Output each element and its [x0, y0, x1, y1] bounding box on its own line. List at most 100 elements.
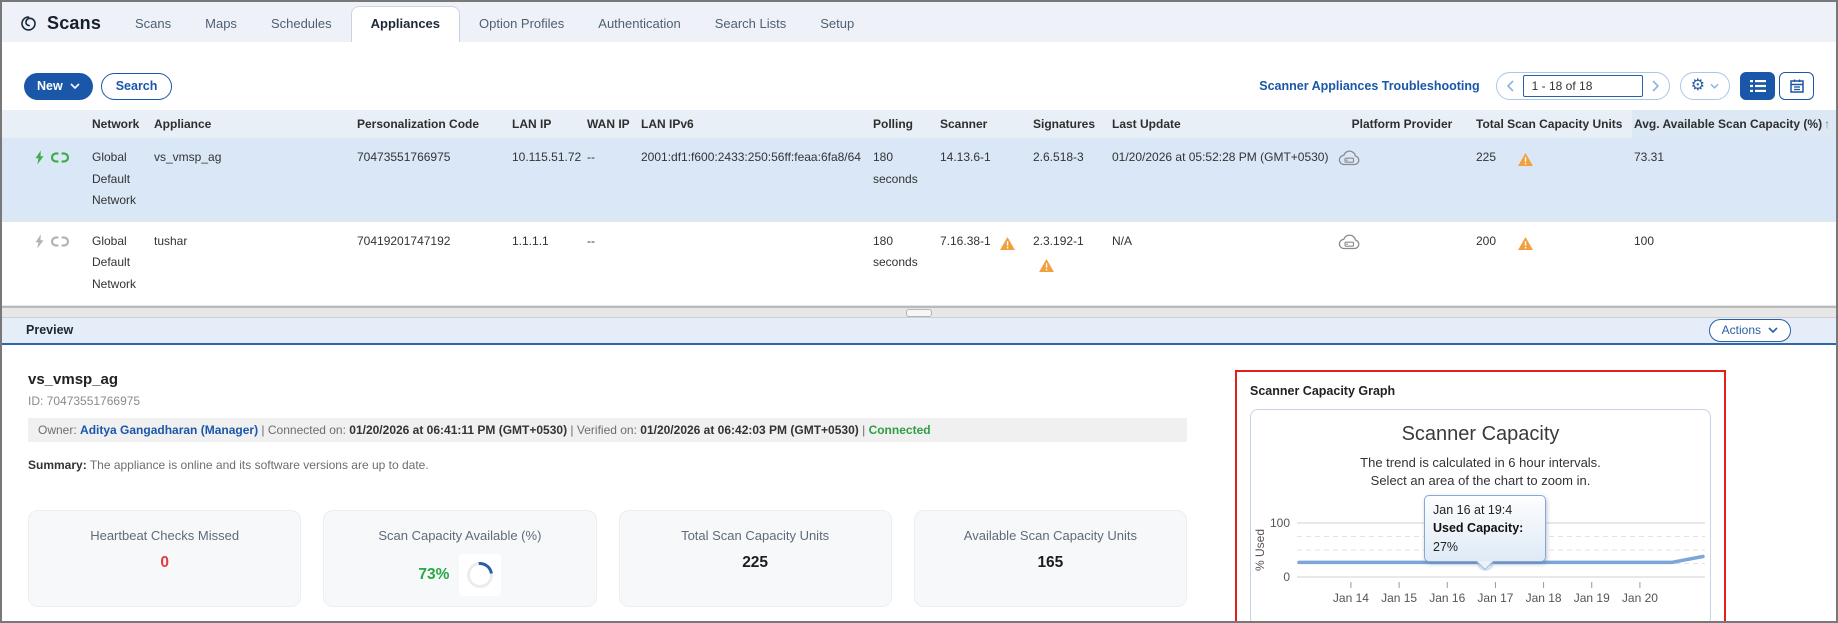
column-scanner[interactable]: Scanner	[938, 110, 1031, 138]
appliance-link-icon	[50, 147, 70, 169]
pagination-prev-icon[interactable]	[1497, 80, 1523, 92]
card-value: 0	[160, 553, 169, 571]
chart-subtitle-line2: Select an area of the chart to zoom in.	[1370, 473, 1591, 489]
tab-maps[interactable]: Maps	[190, 7, 252, 42]
tab-search-lists[interactable]: Search Lists	[700, 7, 802, 42]
list-view-icon	[1749, 80, 1766, 92]
svg-text:Jan 15: Jan 15	[1381, 591, 1417, 605]
preview-title: Preview	[26, 323, 74, 338]
svg-text:100: 100	[1270, 516, 1290, 530]
column-total-scan-capacity[interactable]: Total Scan Capacity Units	[1474, 110, 1632, 138]
column-appliance[interactable]: Appliance	[152, 110, 355, 138]
column-avg-available-capacity[interactable]: Avg. Available Scan Capacity (%) ↑	[1632, 110, 1836, 138]
red-annotation-box: Scanner Capacity Graph Scanner Capacity …	[1235, 369, 1726, 621]
column-lan-ipv6[interactable]: LAN IPv6	[639, 110, 871, 138]
column-signatures[interactable]: Signatures	[1031, 110, 1110, 138]
pagination-next-icon[interactable]	[1643, 80, 1669, 92]
actions-button-label: Actions	[1721, 323, 1761, 338]
tab-authentication[interactable]: Authentication	[583, 7, 695, 42]
troubleshooting-link[interactable]: Scanner Appliances Troubleshooting	[1259, 79, 1479, 93]
card-label: Available Scan Capacity Units	[963, 527, 1137, 543]
svg-text:Jan 14: Jan 14	[1333, 591, 1369, 605]
svg-text:0: 0	[1283, 570, 1290, 584]
cell-total-units: 225	[1474, 138, 1632, 222]
table-row-tushar[interactable]: Global Default Network tushar 7041920174…	[2, 221, 1836, 306]
pagination-range-input[interactable]: 1 - 18 of 18	[1522, 75, 1643, 97]
cloud-provider-icon	[1338, 234, 1361, 249]
cell-avg-capacity: 100	[1634, 233, 1655, 248]
cell-last-update: 01/20/2026 at 05:52:28 PM (GMT+0530)	[1110, 138, 1332, 222]
column-platform-provider[interactable]: Platform Provider	[1332, 110, 1474, 138]
separator: |	[570, 422, 574, 437]
cell-network: Global Default Network	[90, 138, 152, 222]
column-personalization-code[interactable]: Personalization Code	[355, 110, 510, 138]
new-button[interactable]: New	[24, 72, 93, 100]
card-label: Total Scan Capacity Units	[681, 527, 830, 543]
chart-plot-area[interactable]: Jan 16 at 19:4 Used Capacity: 27% 100 0 % …	[1251, 493, 1711, 617]
appliance-online-bolt-icon	[34, 147, 44, 169]
separator: |	[261, 422, 265, 437]
tab-option-profiles[interactable]: Option Profiles	[464, 7, 579, 42]
appliance-details: vs_vmsp_ag ID: 70473551766975 Owner: Adi…	[2, 345, 1211, 621]
column-network[interactable]: Network	[90, 110, 152, 138]
cell-wan-ip: --	[585, 138, 639, 222]
splitter-drag-handle[interactable]	[906, 308, 932, 317]
tab-scans[interactable]: Scans	[120, 7, 186, 42]
table-row-vs-vmsp-ag[interactable]: Global Default Network vs_vmsp_ag 704735…	[2, 138, 1836, 222]
card-heartbeat-checks-missed: Heartbeat Checks Missed 0	[28, 509, 302, 607]
actions-button[interactable]: Actions	[1708, 318, 1791, 342]
column-avg-label: Avg. Available Scan Capacity (%)	[1634, 117, 1823, 131]
tab-setup[interactable]: Setup	[805, 7, 869, 42]
chevron-down-icon	[70, 83, 80, 89]
cell-platform-provider	[1332, 221, 1474, 305]
panel-splitter[interactable]	[2, 305, 1836, 318]
column-polling[interactable]: Polling	[871, 110, 938, 138]
total-units-value: 200	[1476, 233, 1497, 248]
toolbar: New Search Scanner Appliances Troublesho…	[2, 42, 1836, 110]
tab-schedules[interactable]: Schedules	[256, 7, 347, 42]
cell-avg-capacity: 73.31	[1632, 138, 1836, 222]
cell-personalization-code: 70473551766975	[355, 138, 510, 222]
chart-subtitle: The trend is calculated in 6 hour interv…	[1251, 454, 1710, 492]
appliance-name: vs_vmsp_ag	[28, 370, 119, 388]
total-units-value: 225	[1476, 150, 1497, 164]
appliance-offline-bolt-icon	[34, 231, 44, 253]
cell-last-update: N/A	[1112, 233, 1133, 248]
calendar-view-button[interactable]	[1779, 72, 1814, 100]
tooltip-label: Used Capacity:	[1433, 521, 1524, 536]
summary-text: The appliance is online and its software…	[89, 457, 429, 472]
separator: |	[862, 422, 866, 437]
summary-line: Summary: The appliance is online and its…	[28, 458, 1211, 472]
list-view-button[interactable]	[1740, 72, 1775, 100]
appliance-link-icon	[50, 231, 70, 253]
tab-appliances[interactable]: Appliances	[350, 6, 461, 42]
table-header-row: Network Appliance Personalization Code L…	[2, 110, 1836, 138]
column-lan-ip[interactable]: LAN IP	[510, 110, 585, 138]
preview-header: Preview Actions	[2, 317, 1836, 345]
appliance-id: ID: 70473551766975	[28, 393, 141, 408]
card-value: 165	[1037, 553, 1064, 571]
cell-platform-provider	[1332, 138, 1474, 222]
summary-label: Summary:	[28, 457, 87, 472]
card-value: 225	[742, 553, 769, 571]
app-window: Scans Scans Maps Schedules Appliances Op…	[0, 0, 1838, 623]
status-badge: Connected	[868, 422, 931, 437]
card-scan-capacity-available: Scan Capacity Available (%) 73%	[323, 509, 597, 607]
verified-on-label: Verified on:	[576, 422, 637, 437]
gear-icon: ⚙	[1690, 77, 1705, 94]
card-label: Heartbeat Checks Missed	[90, 527, 240, 543]
cell-lan-ip: 10.115.51.72	[510, 138, 585, 222]
tooltip-pointer	[1477, 560, 1493, 569]
warning-icon	[1039, 254, 1106, 276]
signatures-version-value: 2.3.192-1	[1033, 233, 1084, 248]
column-wan-ip[interactable]: WAN IP	[585, 110, 639, 138]
scanner-version-value: 7.16.38-1	[940, 233, 991, 248]
column-last-update[interactable]: Last Update	[1110, 110, 1332, 138]
tooltip-value: 27%	[1433, 539, 1459, 554]
card-value: 73%	[418, 565, 450, 583]
scans-logo-icon	[18, 13, 39, 34]
search-button[interactable]: Search	[100, 72, 173, 100]
connected-on-label: Connected on:	[267, 422, 346, 437]
owner-link[interactable]: Aditya Gangadharan (Manager)	[80, 423, 258, 437]
settings-gear-button[interactable]: ⚙	[1679, 72, 1730, 100]
